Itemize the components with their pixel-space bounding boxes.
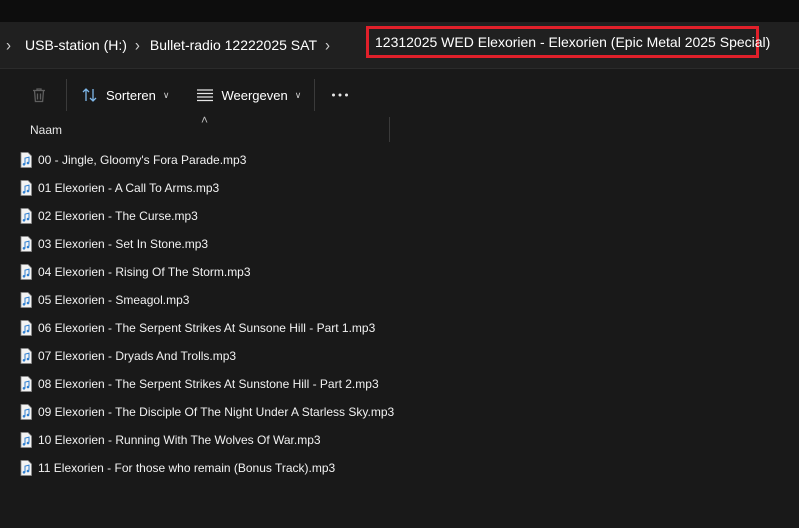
- file-name: 02 Elexorien - The Curse.mp3: [38, 209, 198, 223]
- column-header-row: Naam ˄: [0, 113, 799, 143]
- file-name: 00 - Jingle, Gloomy's Fora Parade.mp3: [38, 153, 247, 167]
- delete-button[interactable]: [30, 86, 48, 104]
- file-name: 05 Elexorien - Smeagol.mp3: [38, 293, 190, 307]
- file-row[interactable]: 06 Elexorien - The Serpent Strikes At Su…: [0, 314, 799, 342]
- breadcrumb-item-current[interactable]: 12312025 WED Elexorien - Elexorien (Epic…: [366, 26, 770, 58]
- breadcrumb-current-label: 12312025 WED Elexorien - Elexorien (Epic…: [375, 34, 771, 50]
- toolbar-divider: [314, 79, 316, 111]
- file-row[interactable]: 07 Elexorien - Dryads And Trolls.mp3: [0, 342, 799, 370]
- column-resize-handle[interactable]: [389, 117, 390, 142]
- file-name: 04 Elexorien - Rising Of The Storm.mp3: [38, 265, 251, 279]
- chevron-right-icon[interactable]: ›: [135, 36, 140, 55]
- file-name: 11 Elexorien - For those who remain (Bon…: [38, 461, 336, 475]
- file-row[interactable]: 05 Elexorien - Smeagol.mp3: [0, 286, 799, 314]
- breadcrumb-item-usb-station[interactable]: USB-station (H:): [25, 37, 127, 53]
- trash-icon: [33, 88, 45, 103]
- sort-button[interactable]: Sorteren ∨: [81, 87, 169, 103]
- breadcrumb-item-bullet-radio[interactable]: Bullet-radio 12222025 SAT: [150, 37, 317, 53]
- more-icon: [332, 93, 349, 97]
- audio-file-icon: [20, 180, 32, 196]
- chevron-right-icon[interactable]: ›: [325, 36, 330, 55]
- file-row[interactable]: 01 Elexorien - A Call To Arms.mp3: [0, 174, 799, 202]
- audio-file-icon: [20, 348, 32, 364]
- column-header-name[interactable]: Naam: [30, 123, 62, 137]
- audio-file-icon: [20, 404, 32, 420]
- more-options-button[interactable]: [331, 92, 349, 98]
- file-row[interactable]: 02 Elexorien - The Curse.mp3: [0, 202, 799, 230]
- audio-file-icon: [20, 320, 32, 336]
- view-icon: [197, 89, 214, 102]
- audio-file-icon: [20, 236, 32, 252]
- chevron-down-icon: ∨: [162, 89, 170, 100]
- file-name: 01 Elexorien - A Call To Arms.mp3: [38, 181, 220, 195]
- audio-file-icon: [20, 152, 32, 168]
- chevron-down-icon: ∨: [294, 89, 302, 100]
- file-name: 10 Elexorien - Running With The Wolves O…: [38, 433, 321, 447]
- sort-label: Sorteren: [106, 87, 156, 103]
- file-list: 00 - Jingle, Gloomy's Fora Parade.mp3 01…: [0, 146, 799, 482]
- audio-file-icon: [20, 376, 32, 392]
- audio-file-icon: [20, 292, 32, 308]
- view-button[interactable]: Weergeven ∨: [196, 88, 301, 103]
- file-row[interactable]: 09 Elexorien - The Disciple Of The Night…: [0, 398, 799, 426]
- command-bar: Sorteren ∨ Weergeven ∨: [0, 69, 799, 121]
- file-name: 06 Elexorien - The Serpent Strikes At Su…: [38, 321, 376, 335]
- view-label: Weergeven: [221, 87, 288, 103]
- file-name: 07 Elexorien - Dryads And Trolls.mp3: [38, 349, 237, 363]
- file-row[interactable]: 08 Elexorien - The Serpent Strikes At Su…: [0, 370, 799, 398]
- file-row[interactable]: 00 - Jingle, Gloomy's Fora Parade.mp3: [0, 146, 799, 174]
- file-name: 09 Elexorien - The Disciple Of The Night…: [38, 405, 395, 419]
- file-row[interactable]: 04 Elexorien - Rising Of The Storm.mp3: [0, 258, 799, 286]
- file-row[interactable]: 03 Elexorien - Set In Stone.mp3: [0, 230, 799, 258]
- sort-ascending-icon: ˄: [201, 113, 209, 127]
- title-bar: [0, 0, 799, 22]
- file-row[interactable]: 10 Elexorien - Running With The Wolves O…: [0, 426, 799, 454]
- file-name: 03 Elexorien - Set In Stone.mp3: [38, 237, 209, 251]
- file-name: 08 Elexorien - The Serpent Strikes At Su…: [38, 377, 379, 391]
- toolbar-divider: [66, 79, 67, 111]
- audio-file-icon: [20, 460, 32, 476]
- address-bar[interactable]: › USB-station (H:) › Bullet-radio 122220…: [0, 22, 799, 69]
- audio-file-icon: [20, 264, 32, 280]
- audio-file-icon: [20, 432, 32, 448]
- file-row[interactable]: 11 Elexorien - For those who remain (Bon…: [0, 454, 799, 482]
- sort-icon: [82, 88, 97, 102]
- chevron-right-icon[interactable]: ›: [6, 36, 11, 55]
- audio-file-icon: [20, 208, 32, 224]
